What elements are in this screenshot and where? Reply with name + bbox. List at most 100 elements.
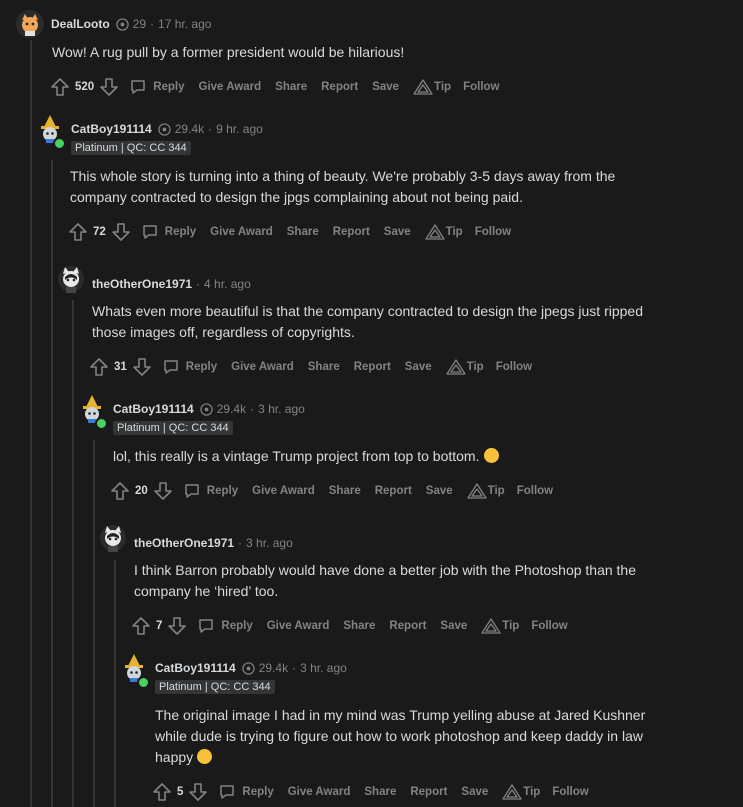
thread-line[interactable] <box>93 440 95 807</box>
report-button[interactable]: Report <box>354 361 391 373</box>
share-button[interactable]: Share <box>287 226 319 238</box>
report-button[interactable]: Report <box>389 620 426 632</box>
username[interactable]: DealLooto <box>51 17 110 31</box>
username[interactable]: theOtherOne1971 <box>134 536 234 550</box>
upvote-icon[interactable] <box>131 616 151 636</box>
report-button[interactable]: Report <box>375 485 412 497</box>
avatar[interactable] <box>99 524 127 552</box>
follow-button[interactable]: Follow <box>517 485 553 497</box>
username[interactable]: theOtherOne1971 <box>92 277 192 291</box>
reply-button[interactable]: Reply <box>129 78 185 96</box>
follow-button[interactable]: Follow <box>463 81 499 93</box>
tip-button[interactable]: Tip <box>413 79 451 95</box>
save-button[interactable]: Save <box>384 226 411 238</box>
upvote-icon[interactable] <box>68 222 88 242</box>
report-button[interactable]: Report <box>321 81 358 93</box>
report-button[interactable]: Report <box>410 786 447 798</box>
thread-line[interactable] <box>114 560 116 807</box>
timestamp[interactable]: 3 hr. ago <box>258 402 305 416</box>
action-bar: 72 Reply Give Award Share Report Save Ti… <box>68 220 525 244</box>
share-label: Share <box>286 226 319 238</box>
karma: 29.4k <box>174 122 205 136</box>
share-button[interactable]: Share <box>308 361 340 373</box>
downvote-icon[interactable] <box>167 616 187 636</box>
share-button[interactable]: Share <box>329 485 361 497</box>
follow-button[interactable]: Follow <box>552 786 588 798</box>
comment-text-line: those images off, regardless of copyrigh… <box>92 324 355 340</box>
vote-score: 7 <box>156 620 163 632</box>
share-label: Share <box>275 81 308 93</box>
upvote-icon[interactable] <box>110 481 130 501</box>
username[interactable]: CatBoy191114 <box>155 661 236 675</box>
give-award-button[interactable]: Give Award <box>231 361 294 373</box>
give-award-label: Give Award <box>210 226 273 238</box>
comment-text-line: company he ‘hired’ too. <box>134 583 279 599</box>
tip-icon <box>413 79 433 95</box>
thread-line[interactable] <box>30 40 32 807</box>
reply-button[interactable]: Reply <box>162 358 217 376</box>
tip-button[interactable]: Tip <box>502 784 540 800</box>
downvote-icon[interactable] <box>111 222 131 242</box>
downvote-icon[interactable] <box>188 782 208 802</box>
give-award-button[interactable]: Give Award <box>210 226 273 238</box>
share-button[interactable]: Share <box>364 786 396 798</box>
reply-button[interactable]: Reply <box>141 223 196 241</box>
timestamp[interactable]: 9 hr. ago <box>216 122 263 136</box>
reply-label: Reply <box>221 620 253 632</box>
save-button[interactable]: Save <box>440 620 467 632</box>
tip-button[interactable]: Tip <box>467 483 505 499</box>
reply-button[interactable]: Reply <box>197 617 253 635</box>
reply-label: Reply <box>153 81 185 93</box>
tip-label: Tip <box>523 786 541 798</box>
thread-line[interactable] <box>51 160 53 807</box>
downvote-icon[interactable] <box>99 77 119 97</box>
tip-button[interactable]: Tip <box>425 224 463 240</box>
reply-icon <box>199 619 214 633</box>
upvote-icon[interactable] <box>50 77 70 97</box>
give-award-button[interactable]: Give Award <box>288 786 351 798</box>
reply-icon <box>164 360 178 374</box>
give-award-button[interactable]: Give Award <box>199 81 262 93</box>
tip-label: Tip <box>502 620 520 632</box>
follow-label: Follow <box>516 485 554 497</box>
give-award-button[interactable]: Give Award <box>252 485 315 497</box>
avatar[interactable] <box>16 10 44 38</box>
timestamp[interactable]: 4 hr. ago <box>204 277 251 291</box>
upvote-icon[interactable] <box>152 782 172 802</box>
share-button[interactable]: Share <box>275 81 307 93</box>
tip-label: Tip <box>466 361 484 373</box>
thread-line[interactable] <box>72 300 74 807</box>
report-button[interactable]: Report <box>333 226 370 238</box>
avatar[interactable] <box>57 265 85 293</box>
report-label: Report <box>389 620 427 632</box>
tip-button[interactable]: Tip <box>481 618 519 634</box>
action-bar: 20 Reply Give Award Share Report Save Ti… <box>110 479 567 503</box>
give-award-button[interactable]: Give Award <box>267 620 330 632</box>
follow-label: Follow <box>474 226 512 238</box>
save-button[interactable]: Save <box>372 81 399 93</box>
give-award-label: Give Award <box>198 81 262 93</box>
save-button[interactable]: Save <box>426 485 453 497</box>
comment-body: Wow! A rug pull by a former president wo… <box>52 42 404 63</box>
follow-button[interactable]: Follow <box>496 361 532 373</box>
reply-label: Reply <box>164 226 197 238</box>
reply-label: Reply <box>185 361 218 373</box>
action-bar: 520 Reply Give Award Share Report Save T… <box>50 75 514 99</box>
save-button[interactable]: Save <box>461 786 488 798</box>
reply-button[interactable]: Reply <box>183 482 238 500</box>
username[interactable]: CatBoy191114 <box>71 122 152 136</box>
follow-button[interactable]: Follow <box>531 620 567 632</box>
share-button[interactable]: Share <box>343 620 375 632</box>
reply-button[interactable]: Reply <box>218 783 274 801</box>
upvote-icon[interactable] <box>89 357 109 377</box>
tip-button[interactable]: Tip <box>446 359 484 375</box>
timestamp[interactable]: 17 hr. ago <box>158 17 211 31</box>
downvote-icon[interactable] <box>132 357 152 377</box>
downvote-icon[interactable] <box>153 481 173 501</box>
comment-text-line: This whole story is turning into a thing… <box>70 168 616 184</box>
timestamp[interactable]: 3 hr. ago <box>300 661 347 675</box>
username[interactable]: CatBoy191114 <box>113 402 194 416</box>
timestamp[interactable]: 3 hr. ago <box>246 536 293 550</box>
follow-button[interactable]: Follow <box>475 226 511 238</box>
save-button[interactable]: Save <box>405 361 432 373</box>
